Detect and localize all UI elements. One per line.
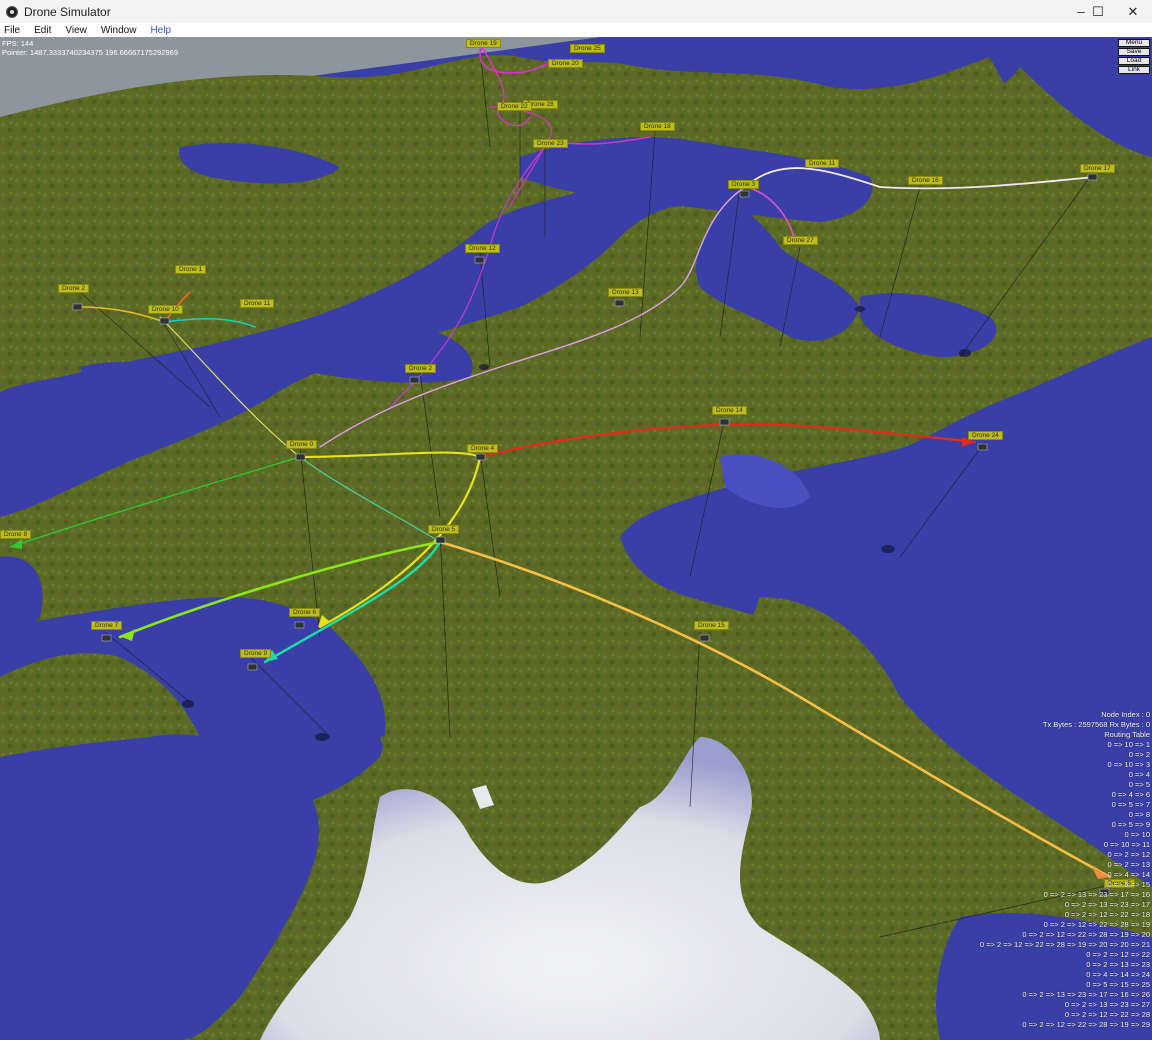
routing-row: 0 => 5 bbox=[1128, 780, 1150, 789]
drone-label[interactable]: Drone 11 bbox=[805, 159, 840, 168]
drone-label[interactable]: Drone 1 bbox=[175, 265, 207, 274]
drone-label[interactable]: Drone 25 bbox=[570, 44, 605, 53]
menu-file[interactable]: File bbox=[4, 25, 20, 36]
load-button[interactable]: Load bbox=[1118, 57, 1150, 65]
drone-label[interactable]: Drone 6 bbox=[289, 608, 321, 617]
routing-row: 0 => 10 bbox=[1124, 830, 1150, 839]
drone-label[interactable]: Drone 22 bbox=[497, 102, 532, 111]
drone-label[interactable]: Drone 24 bbox=[968, 431, 1003, 440]
tx-rx-bytes: Tx Bytes : 2597568 Rx Bytes : 0 bbox=[1042, 720, 1150, 729]
maximize-button[interactable]: ☐ bbox=[1081, 0, 1115, 23]
routing-row: 0 => 2 => 12 => 22 => 28 => 19 => 29 bbox=[1022, 1020, 1150, 1029]
routing-row: 0 => 4 => 14 => 24 bbox=[1086, 970, 1150, 979]
app-icon bbox=[6, 5, 18, 18]
routing-row: 0 => 2 => 12 => 22 => 28 bbox=[1064, 1010, 1150, 1019]
drone-label[interactable]: Drone 7 bbox=[91, 621, 123, 630]
window-title: Drone Simulator bbox=[24, 4, 111, 19]
routing-row: 0 => 2 => 12 => 22 => 28 => 19 => 20 => … bbox=[979, 940, 1150, 949]
save-button[interactable]: Save bbox=[1118, 48, 1150, 56]
menu-help[interactable]: Help bbox=[150, 25, 171, 36]
drone-label[interactable]: Drone 16 bbox=[908, 176, 943, 185]
routing-table-title: Routing Table bbox=[1104, 730, 1150, 739]
routing-row: 0 => 2 bbox=[1128, 750, 1150, 759]
routing-row: 0 => 5 => 15 bbox=[1107, 880, 1150, 889]
drone-label[interactable]: Drone 19 bbox=[466, 39, 501, 48]
routing-row: 0 => 10 => 3 bbox=[1107, 760, 1150, 769]
routing-row: 0 => 10 => 1 bbox=[1107, 740, 1150, 749]
drone-label[interactable]: Drone 18 bbox=[640, 122, 675, 131]
routing-row: 0 => 4 => 14 bbox=[1107, 870, 1150, 879]
node-index: Node Index : 0 bbox=[1101, 710, 1150, 719]
drone-label[interactable]: Drone 12 bbox=[465, 244, 500, 253]
routing-row: 0 => 8 bbox=[1128, 810, 1150, 819]
routing-row: 0 => 2 => 13 => 23 bbox=[1086, 960, 1150, 969]
drone-label[interactable]: Drone 17 bbox=[1080, 164, 1115, 173]
drone-label[interactable]: Drone 27 bbox=[783, 236, 818, 245]
routing-row: 0 => 2 => 12 => 22 => 28 => 19 bbox=[1043, 920, 1150, 929]
routing-row: 0 => 2 => 12 => 22 => 28 => 19 => 20 bbox=[1022, 930, 1150, 939]
title-bar: Drone Simulator – ☐ ✕ bbox=[0, 0, 1152, 23]
drone-label[interactable]: Drone 8 bbox=[0, 530, 32, 539]
routing-row: 0 => 5 => 7 bbox=[1111, 800, 1150, 809]
routing-row: 0 => 2 => 13 bbox=[1107, 860, 1150, 869]
drone-label[interactable]: Drone 3 bbox=[728, 180, 760, 189]
pointer-readout: Pointer: 1487.3333740234375 196.66667175… bbox=[2, 48, 179, 57]
drone-label[interactable]: Drone 20 bbox=[548, 59, 583, 68]
close-button[interactable]: ✕ bbox=[1116, 0, 1150, 23]
menu-bar: File Edit View Window Help bbox=[0, 23, 1152, 37]
menu-view[interactable]: View bbox=[65, 25, 87, 36]
drone-label[interactable]: Drone 0 bbox=[286, 440, 318, 449]
drone-label[interactable]: Drone 10 bbox=[148, 305, 183, 314]
routing-row: 0 => 2 => 13 => 23 => 27 bbox=[1064, 1000, 1150, 1009]
routing-row: 0 => 5 => 15 => 25 bbox=[1086, 980, 1150, 989]
routing-row: 0 => 5 => 9 bbox=[1111, 820, 1150, 829]
drone-label[interactable]: Drone 23 bbox=[533, 139, 568, 148]
drone-label[interactable]: Drone 4 bbox=[467, 444, 499, 453]
routing-row: 0 => 2 => 12 bbox=[1107, 850, 1150, 859]
fps-readout: FPS: 144 bbox=[2, 39, 34, 48]
routing-row: 0 => 10 => 11 bbox=[1103, 840, 1150, 849]
drone-label[interactable]: Drone 14 bbox=[712, 406, 747, 415]
drone-label[interactable]: Drone 13 bbox=[608, 288, 643, 297]
routing-row: 0 => 2 => 12 => 22 => 18 bbox=[1064, 910, 1150, 919]
drone-label[interactable]: Drone 5 bbox=[428, 525, 460, 534]
routing-row: 0 => 2 => 13 => 23 => 17 => 16 => 26 bbox=[1022, 990, 1150, 999]
routing-row: 0 => 2 => 12 => 22 bbox=[1086, 950, 1150, 959]
menu-edit[interactable]: Edit bbox=[34, 25, 51, 36]
drone-label[interactable]: Drone 2 bbox=[58, 284, 90, 293]
drone-label[interactable]: Drone 15 bbox=[694, 621, 729, 630]
routing-table: 0 => 10 => 10 => 20 => 10 => 30 => 40 =>… bbox=[950, 740, 1150, 1030]
drone-label[interactable]: Drone 2 bbox=[405, 364, 437, 373]
routing-row: 0 => 4 bbox=[1128, 770, 1150, 779]
drone-label[interactable]: Drone 9 bbox=[240, 649, 272, 658]
simulation-viewport[interactable]: FPS: 144 Pointer: 1487.3333740234375 196… bbox=[0, 37, 1152, 1040]
routing-row: 0 => 2 => 13 => 23 => 17 bbox=[1064, 900, 1150, 909]
menu-button[interactable]: Menu bbox=[1118, 39, 1150, 47]
link-button[interactable]: Link bbox=[1118, 66, 1150, 74]
drone-label[interactable]: Drone 11 bbox=[240, 299, 275, 308]
menu-window[interactable]: Window bbox=[101, 25, 137, 36]
routing-row: 0 => 4 => 6 bbox=[1111, 790, 1150, 799]
routing-row: 0 => 2 => 13 => 23 => 17 => 16 bbox=[1043, 890, 1150, 899]
routing-panel: Node Index : 0 Tx Bytes : 2597568 Rx Byt… bbox=[950, 710, 1150, 1030]
